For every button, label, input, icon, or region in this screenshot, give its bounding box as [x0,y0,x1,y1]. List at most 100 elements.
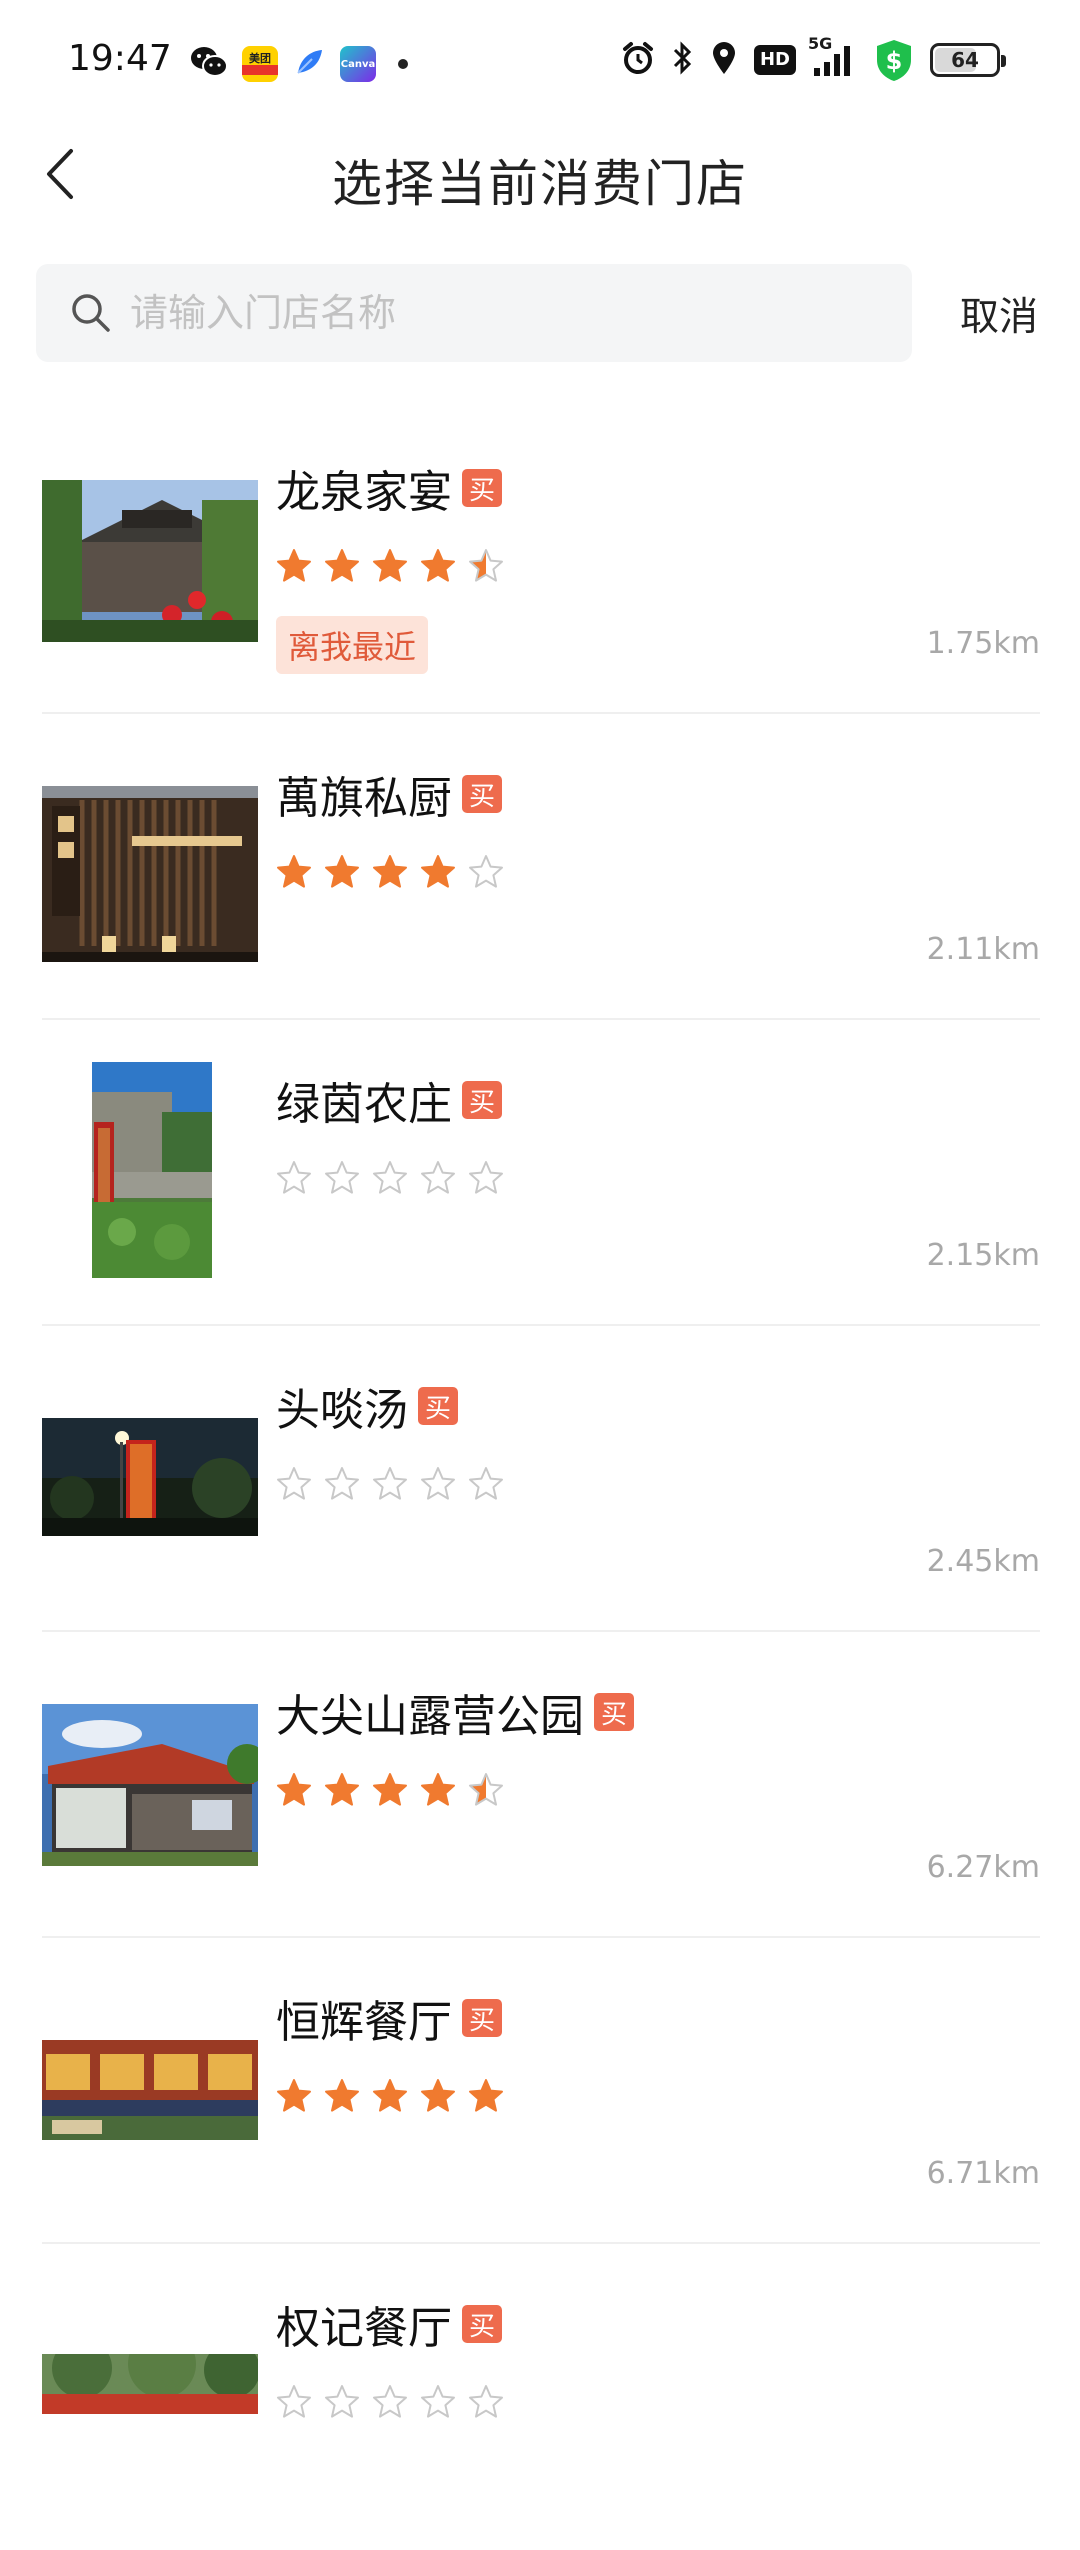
star-filled-icon [373,2079,407,2112]
rating-stars [276,1466,504,1502]
store-distance: 6.27km [926,1850,1040,1885]
store-name: 绿茵农庄 买 [276,1068,502,1132]
canva-app-icon: Canva [340,46,376,82]
wechat-icon [190,44,228,84]
store-item[interactable]: 恒辉餐厅 买 6.71km [42,1938,1040,2244]
store-name-text: 龙泉家宴 [276,467,452,518]
bluetooth-icon [672,40,694,80]
status-notification-icons: 美团 Canva [190,44,408,84]
store-name: 权记餐厅 买 [276,2292,502,2356]
star-empty-icon [373,1467,407,1500]
buy-tag: 买 [462,1081,502,1119]
store-item[interactable]: 绿茵农庄 买 2.15km [42,1020,1040,1326]
star-empty-icon [469,855,503,888]
star-half-icon [469,549,503,582]
more-notifications-dot [398,59,408,69]
store-name: 萬旗私厨 买 [276,762,502,826]
feather-app-icon [292,45,326,83]
cancel-button[interactable]: 取消 [960,286,1038,342]
store-distance: 2.11km [926,932,1040,967]
store-name-text: 权记餐厅 [276,2303,452,2354]
store-thumbnail [42,480,258,642]
buy-tag: 买 [462,469,502,507]
search-icon [72,294,110,332]
star-filled-icon [325,549,359,582]
search-bar[interactable] [36,264,912,362]
store-name: 龙泉家宴 买 [276,456,502,520]
rating-stars [276,854,504,890]
store-name-text: 绿茵农庄 [276,1079,452,1130]
store-item[interactable]: 龙泉家宴 买 离我最近 1.75km [42,408,1040,714]
star-empty-icon [421,1467,455,1500]
star-empty-icon [277,1467,311,1500]
alarm-icon [620,40,656,80]
star-empty-icon [421,2385,455,2418]
star-empty-icon [421,1161,455,1194]
buy-tag: 买 [462,1999,502,2037]
star-filled-icon [421,855,455,888]
rating-stars [276,1160,504,1196]
store-name: 恒辉餐厅 买 [276,1986,502,2050]
star-half-icon [469,1773,503,1806]
star-empty-icon [373,2385,407,2418]
store-distance: 2.15km [926,1238,1040,1273]
store-thumbnail [42,2354,258,2414]
store-name-text: 大尖山露营公园 [276,1691,584,1742]
navigation-header: 选择当前消费门店 [0,124,1080,224]
store-distance: 1.75km [926,626,1040,661]
star-empty-icon [469,1467,503,1500]
store-item[interactable]: 大尖山露营公园 买 6.27km [42,1632,1040,1938]
star-filled-icon [421,1773,455,1806]
star-empty-icon [277,2385,311,2418]
svg-text:$: $ [886,47,903,75]
store-thumbnail [92,1062,212,1278]
store-item[interactable]: 头啖汤 买 2.45km [42,1326,1040,1632]
store-item[interactable]: 权记餐厅 买 [42,2244,1040,2550]
buy-tag: 买 [462,775,502,813]
rating-stars [276,2078,504,2114]
star-empty-icon [373,1161,407,1194]
store-name: 头啖汤 买 [276,1374,458,1438]
store-thumbnail [42,1704,258,1866]
location-icon [710,40,738,80]
star-filled-icon [325,855,359,888]
store-name-text: 恒辉餐厅 [276,1997,452,2048]
star-filled-icon [277,549,311,582]
buy-tag: 买 [594,1693,634,1731]
store-distance: 2.45km [926,1544,1040,1579]
star-filled-icon [469,2079,503,2112]
star-empty-icon [277,1161,311,1194]
star-empty-icon [325,2385,359,2418]
battery-indicator: 64 [930,43,1006,77]
status-system-icons: HD 5G $ 64 [620,34,1006,82]
store-name: 大尖山露营公园 买 [276,1680,634,1744]
buy-tag: 买 [462,2305,502,2343]
star-empty-icon [469,1161,503,1194]
page-title: 选择当前消费门店 [332,155,748,213]
star-filled-icon [325,1773,359,1806]
meituan-app-icon: 美团 [242,46,278,82]
star-filled-icon [277,2079,311,2112]
star-filled-icon [373,549,407,582]
buy-tag: 买 [418,1387,458,1425]
star-filled-icon [373,1773,407,1806]
rating-stars [276,2384,504,2420]
star-empty-icon [325,1161,359,1194]
store-name-text: 头啖汤 [276,1385,408,1436]
hd-voice-badge: HD [753,45,796,75]
star-filled-icon [421,549,455,582]
rating-stars [276,548,504,584]
star-filled-icon [277,855,311,888]
store-thumbnail [42,2040,258,2140]
star-filled-icon [373,855,407,888]
status-time: 19:47 [68,38,172,79]
security-shield-icon: $ [874,38,914,82]
rating-stars [276,1772,504,1808]
star-empty-icon [325,1467,359,1500]
store-item[interactable]: 萬旗私厨 买 2.11km [42,714,1040,1020]
nearest-badge: 离我最近 [276,616,429,674]
store-thumbnail [42,1418,258,1536]
store-name-text: 萬旗私厨 [276,773,452,824]
star-filled-icon [277,1773,311,1806]
search-input[interactable] [128,290,868,336]
